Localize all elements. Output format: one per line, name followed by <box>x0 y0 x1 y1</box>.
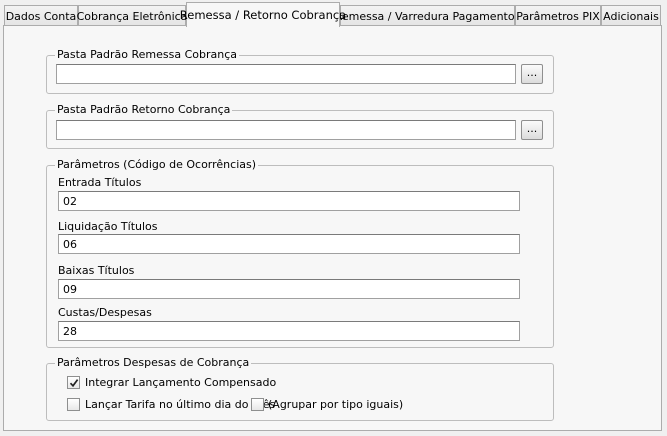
parametros-ocorrencias-legend: Parâmetros (Código de Ocorrências) <box>55 158 259 171</box>
despesas-cobranca-group: Parâmetros Despesas de Cobrança Integrar… <box>46 356 554 421</box>
baixas-titulos-label: Baixas Títulos <box>58 264 135 277</box>
remessa-browse-button[interactable]: ... <box>521 64 543 84</box>
baixas-titulos-input[interactable] <box>58 279 520 299</box>
retorno-browse-button[interactable]: ... <box>521 120 543 140</box>
tab-adicionais[interactable]: Adicionais <box>601 5 661 26</box>
integrar-lancamento-checkbox[interactable] <box>67 376 80 389</box>
despesas-cobranca-legend: Parâmetros Despesas de Cobrança <box>55 356 252 369</box>
retorno-folder-legend: Pasta Padrão Retorno Cobrança <box>55 103 233 116</box>
retorno-folder-input[interactable] <box>56 120 516 140</box>
tab-panel: Pasta Padrão Remessa Cobrança ... Pasta … <box>3 25 662 431</box>
entrada-titulos-input[interactable] <box>58 191 520 211</box>
remessa-folder-group: Pasta Padrão Remessa Cobrança ... <box>46 48 554 94</box>
custas-despesas-label: Custas/Despesas <box>58 306 152 319</box>
tab-remessa-retorno-cobranca[interactable]: Remessa / Retorno Cobrança <box>180 2 346 27</box>
liquidacao-titulos-input[interactable] <box>58 234 520 254</box>
agrupar-tipo-checkbox[interactable] <box>251 398 264 411</box>
lancar-tarifa-checkbox[interactable] <box>67 398 80 411</box>
custas-despesas-input[interactable] <box>58 321 520 341</box>
integrar-lancamento-label[interactable]: Integrar Lançamento Compensado <box>85 376 276 389</box>
liquidacao-titulos-label: Liquidação Títulos <box>58 220 158 233</box>
entrada-titulos-label: Entrada Títulos <box>58 176 142 189</box>
tab-cobranca-eletronica[interactable]: Cobrança Eletrônica <box>77 5 187 26</box>
parametros-ocorrencias-group: Parâmetros (Código de Ocorrências) Entra… <box>46 158 554 348</box>
retorno-folder-group: Pasta Padrão Retorno Cobrança ... <box>46 103 554 149</box>
tab-parametros-pix[interactable]: Parâmetros PIX <box>515 5 601 26</box>
agrupar-tipo-label[interactable]: (Agrupar por tipo iguais) <box>268 398 403 411</box>
remessa-folder-legend: Pasta Padrão Remessa Cobrança <box>55 48 240 61</box>
tab-bar: Dados Conta Cobrança Eletrônica Remessa … <box>0 0 667 27</box>
tab-remessa-varredura-pagamentos[interactable]: Remessa / Varredura Pagamentos <box>335 5 520 26</box>
remessa-folder-input[interactable] <box>56 64 516 84</box>
tab-dados-conta[interactable]: Dados Conta <box>4 5 78 26</box>
checkmark-icon <box>69 378 78 387</box>
lancar-tarifa-label[interactable]: Lançar Tarifa no último dia do mês <box>85 398 275 411</box>
